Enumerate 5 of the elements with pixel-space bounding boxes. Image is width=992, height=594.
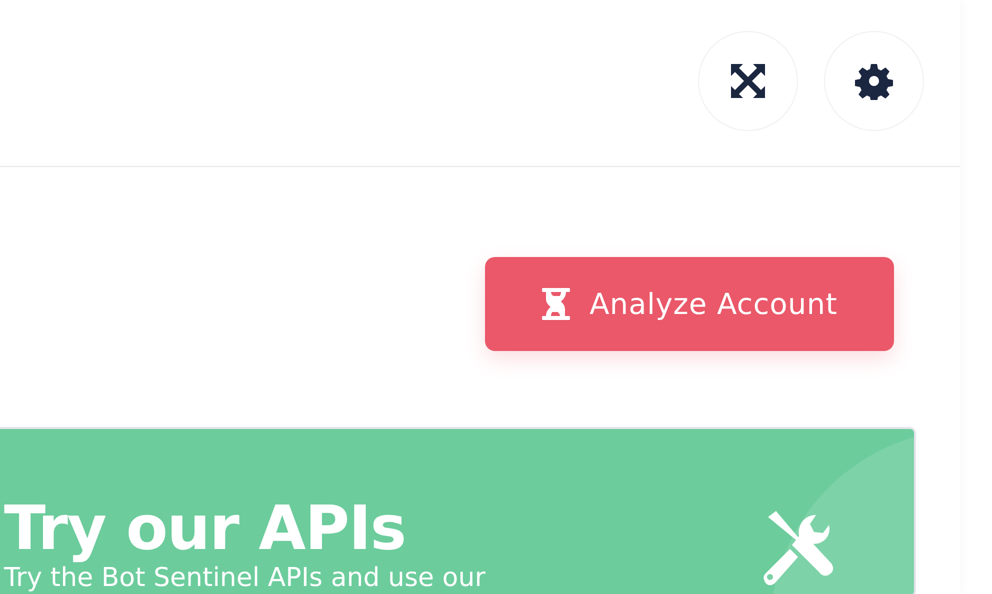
analyze-account-button[interactable]: Analyze Account <box>485 257 894 351</box>
fullscreen-icon <box>729 62 767 100</box>
card-text: Try the Bot Sentinel APIs and use our <box>4 565 486 591</box>
settings-icon <box>855 62 893 100</box>
card-title: Try our APIs <box>4 493 407 565</box>
